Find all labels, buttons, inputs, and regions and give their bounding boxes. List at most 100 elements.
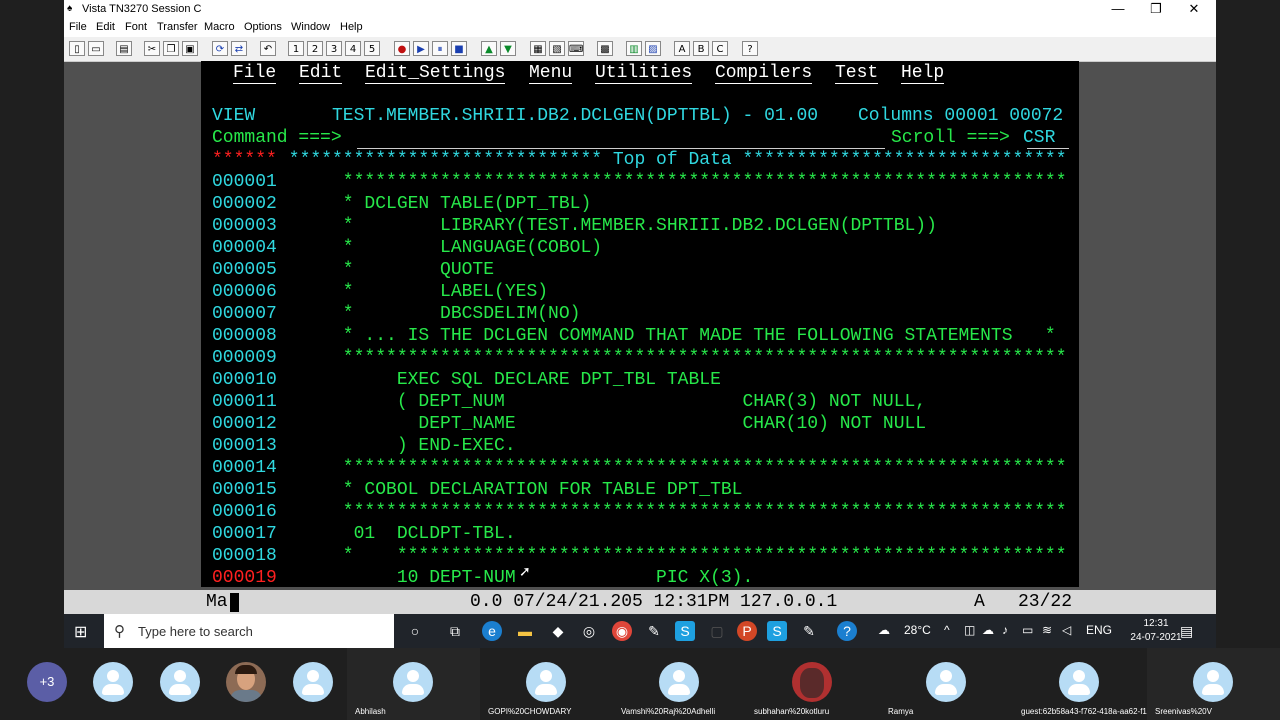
line-number[interactable]: 000010 <box>212 369 277 391</box>
participant-tile[interactable]: Sreenivas%20V <box>1147 648 1280 720</box>
font-icon[interactable]: ▥ <box>626 41 642 56</box>
a-icon[interactable]: A <box>674 41 690 56</box>
keyboard-icon[interactable]: ⌨ <box>568 41 584 56</box>
menu-file[interactable]: File <box>69 21 87 33</box>
line-number-current[interactable]: 000019 <box>212 567 277 587</box>
pause-icon[interactable]: ⏸ <box>432 41 448 56</box>
line-number[interactable]: 000004 <box>212 237 277 259</box>
help-icon[interactable]: ? <box>837 621 857 641</box>
line-number[interactable]: 000013 <box>212 435 277 457</box>
line-text[interactable]: ****************************************… <box>278 171 1067 193</box>
status-input[interactable]: Ma <box>206 592 228 612</box>
line-number[interactable]: 000012 <box>212 413 277 435</box>
ispf-menu-edit-settings[interactable]: Edit_Settings <box>365 62 506 84</box>
cortana-icon[interactable]: ○ <box>405 621 425 641</box>
macro-2-icon[interactable]: 2 <box>307 41 323 56</box>
line-number[interactable]: 000001 <box>212 171 277 193</box>
tray-app-icon[interactable]: ◫ <box>964 623 975 637</box>
terminal-screen[interactable]: File Edit Edit_Settings Menu Utilities C… <box>201 61 1079 587</box>
stop-icon[interactable]: ■ <box>451 41 467 56</box>
line-text[interactable]: * QUOTE * <box>278 259 1079 281</box>
copy-icon[interactable]: ❐ <box>163 41 179 56</box>
reconnect-icon[interactable]: ⟳ <box>212 41 228 56</box>
undo-icon[interactable]: ↶ <box>260 41 276 56</box>
print-icon[interactable]: ▤ <box>116 41 132 56</box>
line-number[interactable]: 000011 <box>212 391 277 413</box>
ispf-menu-compilers[interactable]: Compilers <box>715 62 813 84</box>
line-text[interactable]: * ... IS THE DCLGEN COMMAND THAT MADE TH… <box>278 325 1056 347</box>
line-number[interactable]: 000009 <box>212 347 277 369</box>
ispf-menu-menu[interactable]: Menu <box>529 62 573 84</box>
weather-temp[interactable]: 28°C <box>904 623 931 637</box>
line-number[interactable]: 000005 <box>212 259 277 281</box>
menu-transfer[interactable]: Transfer <box>157 21 198 33</box>
participant-avatar[interactable] <box>160 662 200 702</box>
weather-icon[interactable]: ☁ <box>878 623 890 637</box>
battery-icon[interactable]: ▭ <box>1022 623 1033 637</box>
tool-2-icon[interactable]: ✎ <box>799 621 819 641</box>
participant-tile[interactable]: subhahan%20kotluru <box>746 648 879 720</box>
clock[interactable]: 12:31 24-07-2021 <box>1126 617 1186 645</box>
line-text[interactable]: 10 DEPT-NUM PIC X(3). <box>278 567 753 587</box>
ispf-menu-help[interactable]: Help <box>901 62 945 84</box>
notification-icon[interactable]: ▤ <box>1180 623 1193 640</box>
line-text[interactable]: DEPT_NAME CHAR(10) NOT NULL <box>278 413 926 435</box>
dropbox-icon[interactable]: ◆ <box>548 621 568 641</box>
onedrive-icon[interactable]: ☁ <box>982 623 994 637</box>
line-text[interactable]: ****************************************… <box>278 501 1067 523</box>
ispf-menu-utilities[interactable]: Utilities <box>595 62 693 84</box>
app-icon[interactable]: ◎ <box>579 621 599 641</box>
macro-3-icon[interactable]: 3 <box>326 41 342 56</box>
skype-icon[interactable]: S <box>675 621 695 641</box>
line-text[interactable]: * LABEL(YES) * <box>278 281 1079 303</box>
tray-expand-icon[interactable]: ^ <box>944 623 950 637</box>
line-text[interactable]: ( DEPT_NUM CHAR(3) NOT NULL, <box>278 391 926 413</box>
line-number[interactable]: 000002 <box>212 193 277 215</box>
macro-4-icon[interactable]: 4 <box>345 41 361 56</box>
wifi-icon[interactable]: ≋ <box>1042 623 1052 637</box>
task-view-icon[interactable]: ⧉ <box>445 621 465 641</box>
participant-tile[interactable]: guest:62b58a43-f762-418a-aa62-f1... <box>1013 648 1154 720</box>
c-icon[interactable]: C <box>712 41 728 56</box>
record-icon[interactable]: ● <box>394 41 410 56</box>
line-text[interactable]: * DBCSDELIM(NO) * <box>278 303 1079 325</box>
line-text[interactable]: * LIBRARY(TEST.MEMBER.SHRIII.DB2.DCLGEN(… <box>278 215 1079 237</box>
participant-photo[interactable] <box>226 662 266 702</box>
b-icon[interactable]: B <box>693 41 709 56</box>
participant-avatar[interactable] <box>93 662 133 702</box>
ispf-menu-edit[interactable]: Edit <box>299 62 343 84</box>
help-icon[interactable]: ? <box>742 41 758 56</box>
menu-window[interactable]: Window <box>291 21 330 33</box>
language-indicator[interactable]: ENG <box>1086 623 1112 637</box>
tool-icon[interactable]: ✎ <box>644 621 664 641</box>
skype-2-icon[interactable]: S <box>767 621 787 641</box>
line-number[interactable]: 000015 <box>212 479 277 501</box>
ispf-menu-test[interactable]: Test <box>835 62 879 84</box>
macro-5-icon[interactable]: 5 <box>364 41 380 56</box>
file-explorer-icon[interactable]: ▬ <box>515 621 535 641</box>
menu-macro[interactable]: Macro <box>204 21 235 33</box>
cut-icon[interactable]: ✂ <box>144 41 160 56</box>
powerpoint-icon[interactable]: P <box>737 621 757 641</box>
volume-icon[interactable]: ◁ <box>1062 623 1071 637</box>
line-text[interactable]: * COBOL DECLARATION FOR TABLE DPT_TBL * <box>278 479 1079 501</box>
line-text[interactable]: * LANGUAGE(COBOL) * <box>278 237 1079 259</box>
menu-edit[interactable]: Edit <box>96 21 115 33</box>
line-number[interactable]: 000003 <box>212 215 277 237</box>
menu-help[interactable]: Help <box>340 21 363 33</box>
line-number[interactable]: 000006 <box>212 281 277 303</box>
line-text[interactable]: * DCLGEN TABLE(DPT_TBL) * <box>278 193 1079 215</box>
colors-icon[interactable]: ▩ <box>597 41 613 56</box>
line-text[interactable]: * **************************************… <box>278 545 1067 567</box>
line-number[interactable]: 000017 <box>212 523 277 545</box>
disconnect-icon[interactable]: ⇄ <box>231 41 247 56</box>
menu-font[interactable]: Font <box>125 21 147 33</box>
open-icon[interactable]: ▭ <box>88 41 104 56</box>
line-text[interactable]: 01 DCLDPT-TBL. <box>278 523 516 545</box>
close-button[interactable]: ✕ <box>1175 0 1213 18</box>
participant-tile[interactable]: Vamshi%20Raj%20Adhelli <box>613 648 746 720</box>
scroll-input[interactable]: CSR <box>1023 127 1055 149</box>
paste-icon[interactable]: ▣ <box>182 41 198 56</box>
line-text[interactable]: ) END-EXEC. <box>278 435 516 457</box>
download-icon[interactable]: ▼ <box>500 41 516 56</box>
